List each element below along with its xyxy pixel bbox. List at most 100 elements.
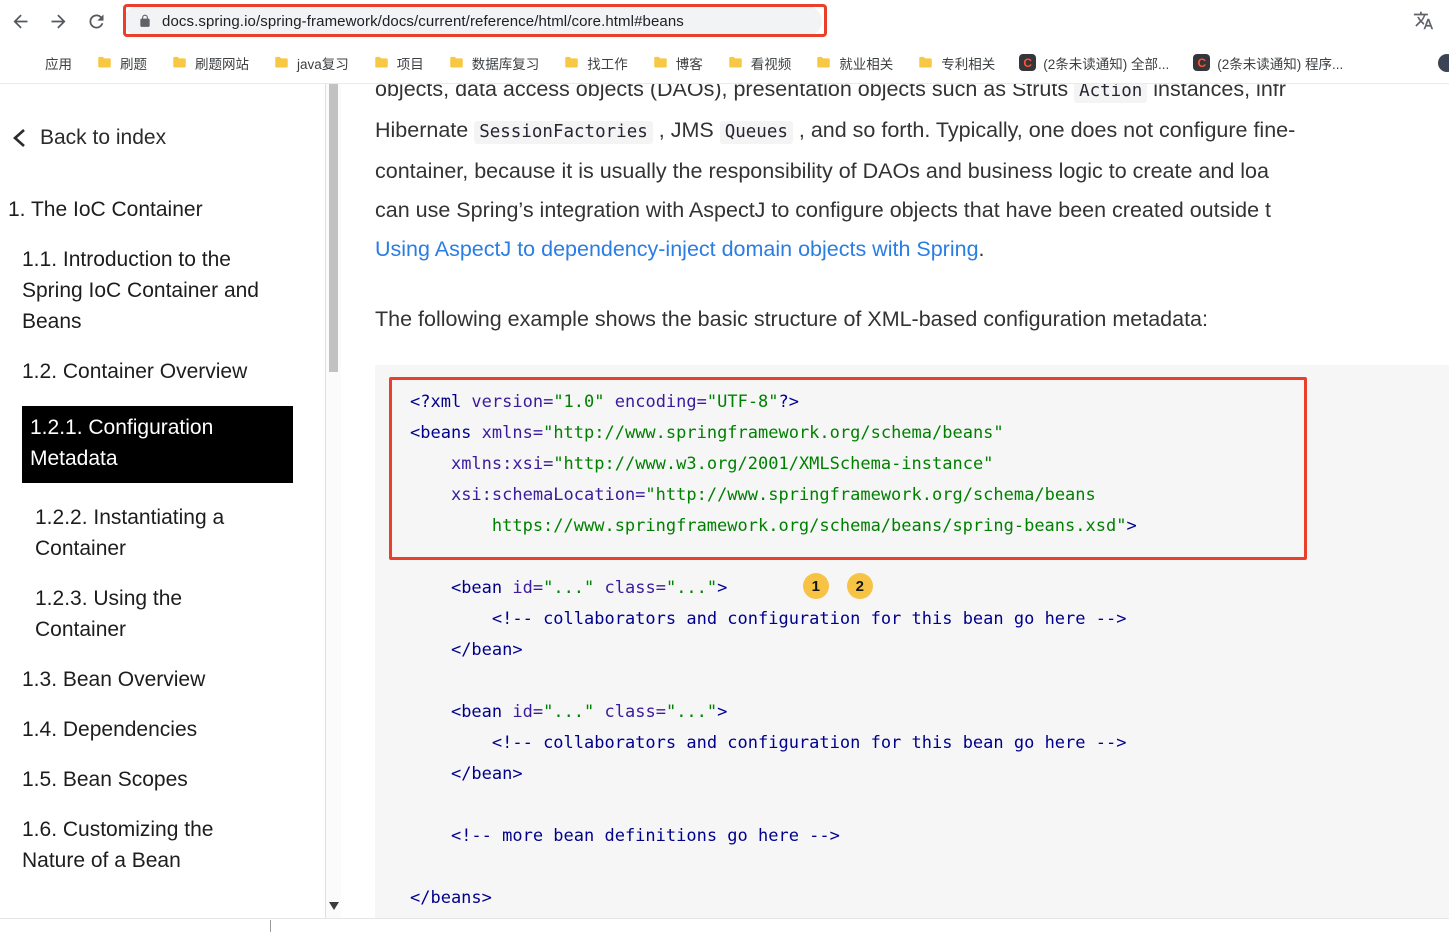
forward-arrow-icon	[51, 14, 66, 28]
folder-icon	[727, 55, 744, 71]
code-line: xmlns:xsi="http://www.w3.org/2001/XMLSch…	[410, 449, 1449, 480]
code-line: <!-- collaborators and configuration for…	[410, 604, 1449, 635]
bookmark-item[interactable]: 就业相关	[803, 49, 905, 77]
refresh-button[interactable]	[79, 4, 114, 38]
doc-link[interactable]: Using AspectJ to dependency-inject domai…	[375, 237, 979, 261]
back-to-index-link[interactable]: Back to index	[0, 126, 325, 150]
code-token-tag: >	[1126, 516, 1137, 536]
folder-icon	[273, 55, 290, 71]
code-token-tag: </beans>	[410, 888, 492, 908]
bookmark-item[interactable]: 找工作	[551, 49, 640, 77]
folder-icon	[815, 55, 832, 71]
code-line: <bean id="..." class="..."> 12	[410, 573, 1449, 604]
address-bar[interactable]: docs.spring.io/spring-framework/docs/cur…	[124, 6, 822, 36]
paragraph-text: Hibernate	[375, 118, 475, 142]
bookmark-item[interactable]: 数据库复习	[436, 49, 552, 77]
bookmark-label: 专利相关	[941, 56, 996, 72]
code-token-com: <!-- collaborators and configuration for…	[491, 733, 1127, 753]
toc-item[interactable]: 1.2. Container Overview	[22, 356, 265, 387]
paragraph-line: objects, data access objects (DAOs), pre…	[375, 84, 1449, 111]
paragraph-text: objects, data access objects (DAOs), pre…	[375, 84, 1075, 101]
inline-code: SessionFactories	[474, 121, 653, 144]
code-token-attr: id=	[512, 702, 544, 722]
toc-item[interactable]: 1.1. Introduction to the Spring IoC Cont…	[22, 244, 265, 337]
code-token-attr: encoding=	[614, 392, 707, 412]
toc-item[interactable]: 1.3. Bean Overview	[22, 664, 265, 695]
bookmark-label: 数据库复习	[471, 56, 540, 72]
code-token-pln	[605, 392, 615, 412]
folder-icon	[373, 55, 390, 71]
sidebar: Back to index 1. The IoC Container 1.1. I…	[0, 84, 341, 932]
folder-icon	[171, 55, 188, 71]
table-of-contents: 1. The IoC Container 1.1. Introduction to…	[0, 194, 325, 876]
code-line: <!-- collaborators and configuration for…	[410, 728, 1449, 759]
code-token-com: <!-- collaborators and configuration for…	[491, 609, 1127, 629]
edge-favicon-icon[interactable]	[1438, 54, 1449, 72]
toc-item[interactable]: 1.4. Dependencies	[22, 714, 265, 745]
paragraph-line: container, because it is usually the res…	[375, 152, 1449, 191]
code-token-tag: </bean>	[450, 640, 523, 660]
code-token-tag: <bean	[450, 702, 513, 722]
toc-item[interactable]: 1.2.2. Instantiating a Container	[35, 502, 278, 564]
code-token-tag: >	[717, 702, 728, 722]
translate-icon[interactable]	[1413, 10, 1434, 31]
code-token-val: https://www.springframework.org/schema/b…	[410, 516, 1127, 536]
code-token-attr: class=	[604, 578, 666, 598]
code-token-pln	[410, 733, 492, 753]
back-arrow-icon	[13, 14, 28, 28]
bookmark-item[interactable]: C (2条未读通知) 程序...	[1181, 49, 1355, 77]
code-token-pln	[410, 640, 451, 660]
bookmark-item[interactable]: 项目	[361, 49, 436, 77]
bookmark-label: 就业相关	[839, 56, 894, 72]
bookmark-item[interactable]: 专利相关	[905, 49, 1007, 77]
paragraph-line: Using AspectJ to dependency-inject domai…	[375, 230, 1449, 269]
scroll-down-button[interactable]	[326, 896, 341, 912]
bookmark-item[interactable]: 博客	[640, 49, 715, 77]
code-token-pln	[594, 702, 604, 722]
bookmark-item[interactable]: 看视频	[715, 49, 804, 77]
scrollbar-thumb[interactable]	[329, 84, 338, 372]
triangle-down-icon	[328, 901, 339, 915]
code-token-tag: >	[717, 578, 728, 598]
callout-badge: 2	[846, 573, 873, 599]
code-token-pln	[410, 702, 451, 722]
code-line: </beans>	[410, 883, 1449, 914]
folder-icon	[96, 55, 113, 71]
toc-item[interactable]: 1.2.3. Using the Container	[35, 583, 278, 645]
bookmark-item[interactable]: java复习	[261, 49, 361, 77]
folder-icon	[917, 55, 934, 71]
code-token-com: <!-- more bean definitions go here -->	[450, 826, 840, 846]
bookmark-item[interactable]: 刷题	[84, 49, 159, 77]
folder-icon	[563, 55, 580, 71]
xml-code-listing: <?xml version="1.0" encoding="UTF-8"?> <b…	[410, 387, 1449, 914]
paragraph-line: can use Spring’s integration with Aspect…	[375, 191, 1449, 230]
code-token-attr: class=	[604, 702, 666, 722]
paragraph-text: container, because it is usually the res…	[375, 159, 1269, 183]
toc-item[interactable]: 1.6. Customizing the Nature of a Bean	[22, 814, 265, 876]
sidebar-scrollbar[interactable]	[326, 84, 341, 932]
code-line: </bean>	[410, 635, 1449, 666]
code-token-val: "..."	[665, 702, 718, 722]
paragraph-text: can use Spring’s integration with Aspect…	[375, 198, 1271, 222]
chevron-left-icon	[13, 129, 25, 147]
toc-item-selected[interactable]: 1.2.1. Configuration Metadata	[22, 406, 293, 483]
doc-content: objects, data access objects (DAOs), pre…	[341, 84, 1449, 932]
code-token-tag: <?xml	[410, 392, 472, 412]
code-token-val: "..."	[543, 702, 595, 722]
bookmark-item[interactable]: C (2条未读通知) 全部...	[1007, 49, 1181, 77]
code-token-pln	[410, 578, 451, 598]
bookmark-item[interactable]: 刷题网站	[159, 49, 261, 77]
forward-button[interactable]	[41, 4, 76, 38]
back-button[interactable]	[3, 4, 38, 38]
apps-grid-icon	[24, 56, 38, 70]
example-lead-text: The following example shows the basic st…	[375, 307, 1208, 331]
csdn-icon: C	[1019, 54, 1037, 71]
bookmark-item[interactable]: 应用	[12, 49, 84, 77]
code-token-attr: xsi:schemaLocation=	[450, 485, 646, 505]
code-token-tag: </bean>	[450, 764, 523, 784]
paragraph-text: , and so forth. Typically, one does not …	[792, 118, 1296, 142]
toc-item[interactable]: 1. The IoC Container	[8, 194, 251, 225]
toc-item[interactable]: 1.5. Bean Scopes	[22, 764, 265, 795]
